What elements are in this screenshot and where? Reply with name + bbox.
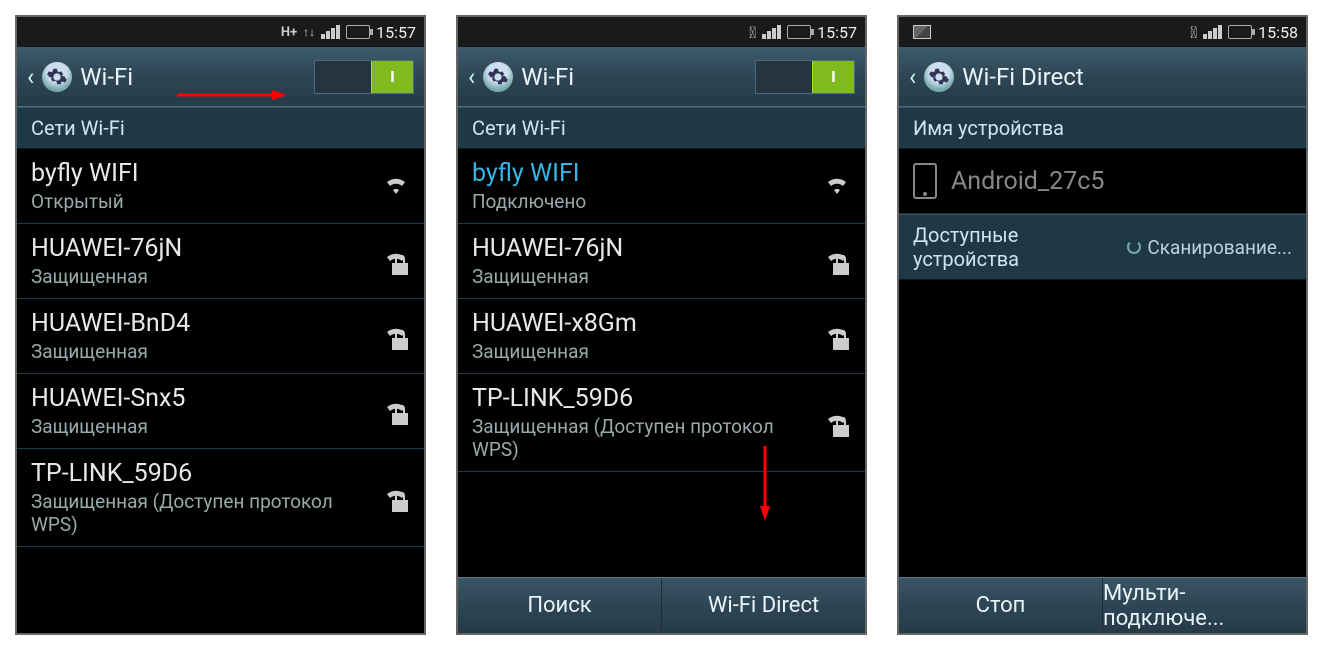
signal-icon: [321, 25, 340, 39]
status-bar: H+ ↑↓ 15:57: [17, 17, 424, 47]
wifi-toggle[interactable]: I: [755, 60, 855, 94]
wifi-signal-locked-icon: [382, 324, 410, 348]
network-status: Открытый: [31, 190, 370, 213]
available-devices-list: [899, 280, 1306, 577]
network-status: Подключено: [472, 190, 811, 213]
phone-screen-wifi-direct:  15:58 ‹ Wi-Fi Direct Имя устройства An…: [897, 15, 1308, 635]
multi-connect-button[interactable]: Мульти-подключе...: [1103, 578, 1306, 633]
network-name: TP-LINK_59D6: [31, 459, 370, 488]
status-time: 15:58: [1258, 23, 1298, 42]
back-icon[interactable]: ‹: [468, 63, 475, 91]
wifi-signal-icon: [382, 174, 410, 198]
notification-icon: [913, 25, 931, 39]
device-name-row[interactable]: Android_27c5: [899, 149, 1306, 214]
stop-button[interactable]: Стоп: [899, 578, 1103, 633]
wifi-signal-locked-icon: [382, 399, 410, 423]
status-time: 15:57: [376, 23, 416, 42]
phone-screen-wifi-connected:  15:57 ‹ Wi-Fi I Сети Wi-Fi byfly WIFI …: [456, 15, 867, 635]
data-arrows-icon: ↑↓: [303, 29, 315, 35]
signal-icon: [1203, 25, 1222, 39]
wifi-signal-locked-icon: [382, 249, 410, 273]
wifi-direct-button[interactable]: Wi-Fi Direct: [662, 578, 865, 633]
section-header-networks: Сети Wi-Fi: [17, 107, 424, 149]
settings-gear-icon: [924, 62, 954, 92]
wifi-signal-locked-icon: [382, 486, 410, 510]
wifi-network-item[interactable]: HUAWEI-x8Gm Защищенная: [458, 299, 865, 374]
network-status: Защищенная (Доступен протокол WPS): [472, 415, 811, 461]
battery-icon: [1228, 25, 1252, 39]
wifi-network-item[interactable]: TP-LINK_59D6 Защищенная (Доступен проток…: [17, 449, 424, 547]
network-status: Защищенная: [472, 265, 811, 288]
spinner-icon: [1127, 240, 1141, 254]
header-bar: ‹ Wi-Fi I: [17, 47, 424, 107]
header-bar: ‹ Wi-Fi I: [458, 47, 865, 107]
network-status: Защищенная: [31, 415, 370, 438]
header-bar: ‹ Wi-Fi Direct: [899, 47, 1306, 107]
settings-gear-icon: [483, 62, 513, 92]
network-name: byfly WIFI: [472, 159, 811, 188]
available-devices-label: Доступные устройства: [913, 223, 1127, 271]
status-bar:  15:58: [899, 17, 1306, 47]
network-status: Защищенная: [472, 340, 811, 363]
settings-gear-icon: [42, 62, 72, 92]
wifi-status-icon: : [1190, 23, 1197, 42]
battery-icon: [787, 25, 811, 39]
phone-screen-wifi-list: H+ ↑↓ 15:57 ‹ Wi-Fi I Сети Wi-Fi byfly W…: [15, 15, 426, 635]
phone-device-icon: [913, 163, 937, 199]
header-title: Wi-Fi: [80, 63, 306, 91]
network-status: Защищенная (Доступен протокол WPS): [31, 490, 370, 536]
network-name: HUAWEI-Snx5: [31, 384, 370, 413]
annotation-red-arrow-icon: [177, 90, 287, 100]
header-title: Wi-Fi Direct: [962, 63, 1296, 91]
wifi-status-icon: : [749, 23, 756, 42]
data-indicator: H+: [281, 25, 297, 40]
wifi-network-item[interactable]: byfly WIFI Подключено: [458, 149, 865, 224]
wifi-toggle[interactable]: I: [314, 60, 414, 94]
section-header-available-devices: Доступные устройства Сканирование...: [899, 214, 1306, 280]
section-header-networks: Сети Wi-Fi: [458, 107, 865, 149]
back-icon[interactable]: ‹: [27, 63, 34, 91]
network-name: byfly WIFI: [31, 159, 370, 188]
signal-icon: [762, 25, 781, 39]
wifi-network-list: byfly WIFI Открытый HUAWEI-76jN Защищенн…: [17, 149, 424, 633]
wifi-network-item[interactable]: TP-LINK_59D6 Защищенная (Доступен проток…: [458, 374, 865, 472]
status-bar:  15:57: [458, 17, 865, 47]
wifi-network-list: byfly WIFI Подключено HUAWEI-76jN Защище…: [458, 149, 865, 577]
section-header-device-name: Имя устройства: [899, 107, 1306, 149]
header-title: Wi-Fi: [521, 63, 747, 91]
wifi-signal-locked-icon: [823, 249, 851, 273]
battery-icon: [346, 25, 370, 39]
network-name: HUAWEI-76jN: [472, 234, 811, 263]
network-name: HUAWEI-76jN: [31, 234, 370, 263]
bottom-bar: Стоп Мульти-подключе...: [899, 577, 1306, 633]
network-status: Защищенная: [31, 265, 370, 288]
bottom-bar: Поиск Wi-Fi Direct: [458, 577, 865, 633]
wifi-signal-locked-icon: [823, 324, 851, 348]
scanning-indicator: Сканирование...: [1127, 236, 1292, 259]
network-name: HUAWEI-x8Gm: [472, 309, 811, 338]
status-time: 15:57: [817, 23, 857, 42]
wifi-network-item[interactable]: HUAWEI-BnD4 Защищенная: [17, 299, 424, 374]
wifi-network-item[interactable]: HUAWEI-76jN Защищенная: [458, 224, 865, 299]
network-name: TP-LINK_59D6: [472, 384, 811, 413]
wifi-signal-locked-icon: [823, 411, 851, 435]
network-name: HUAWEI-BnD4: [31, 309, 370, 338]
scan-button[interactable]: Поиск: [458, 578, 662, 633]
network-status: Защищенная: [31, 340, 370, 363]
wifi-network-item[interactable]: HUAWEI-Snx5 Защищенная: [17, 374, 424, 449]
wifi-signal-icon: [823, 174, 851, 198]
wifi-network-item[interactable]: HUAWEI-76jN Защищенная: [17, 224, 424, 299]
wifi-network-item[interactable]: byfly WIFI Открытый: [17, 149, 424, 224]
back-icon[interactable]: ‹: [909, 63, 916, 91]
device-name-label: Android_27c5: [951, 167, 1104, 196]
